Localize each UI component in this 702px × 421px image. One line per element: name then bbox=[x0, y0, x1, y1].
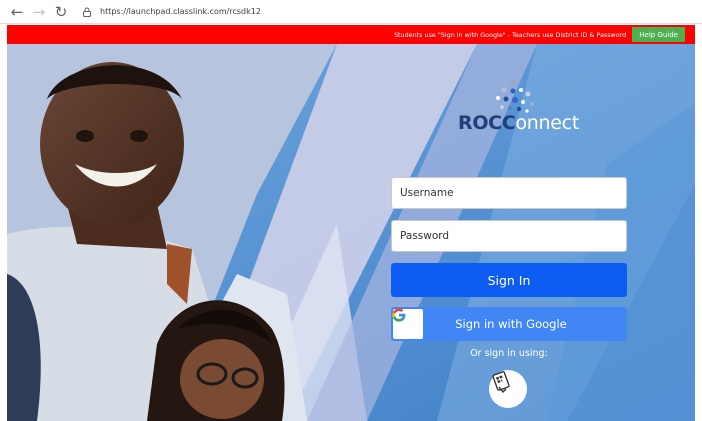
login-hero: ROCConnect Sign In Sign in with Google O… bbox=[7, 44, 695, 421]
lock-icon bbox=[80, 5, 94, 19]
quickcard-login-button[interactable] bbox=[489, 370, 527, 408]
logo-wordmark: ROCConnect bbox=[458, 112, 579, 134]
google-sign-in-label: Sign in with Google bbox=[455, 317, 567, 331]
sign-in-button[interactable]: Sign In bbox=[391, 263, 627, 297]
forward-arrow-icon[interactable]: → bbox=[28, 1, 50, 23]
back-arrow-icon[interactable]: ← bbox=[6, 1, 28, 23]
google-sign-in-button[interactable]: Sign in with Google bbox=[391, 307, 627, 341]
username-input[interactable] bbox=[391, 177, 627, 209]
browser-toolbar: ← → ↻ https://launchpad.classlink.com/rc… bbox=[0, 0, 702, 24]
reload-icon[interactable]: ↻ bbox=[50, 1, 72, 23]
alt-sign-in-label: Or sign in using: bbox=[470, 348, 548, 359]
roconnect-logo: ROCConnect bbox=[458, 78, 579, 138]
help-guide-button[interactable]: Help Guide bbox=[632, 27, 685, 42]
banner-text: Students use "Sign in with Google" - Tea… bbox=[394, 30, 627, 39]
google-g-icon bbox=[392, 308, 423, 339]
password-input[interactable] bbox=[391, 220, 627, 252]
url-text[interactable]: https://launchpad.classlink.com/rcsdk12 bbox=[100, 7, 261, 16]
address-bar[interactable]: https://launchpad.classlink.com/rcsdk12 bbox=[80, 2, 261, 22]
notice-banner: Students use "Sign in with Google" - Tea… bbox=[7, 25, 695, 44]
qr-card-icon bbox=[492, 371, 510, 394]
